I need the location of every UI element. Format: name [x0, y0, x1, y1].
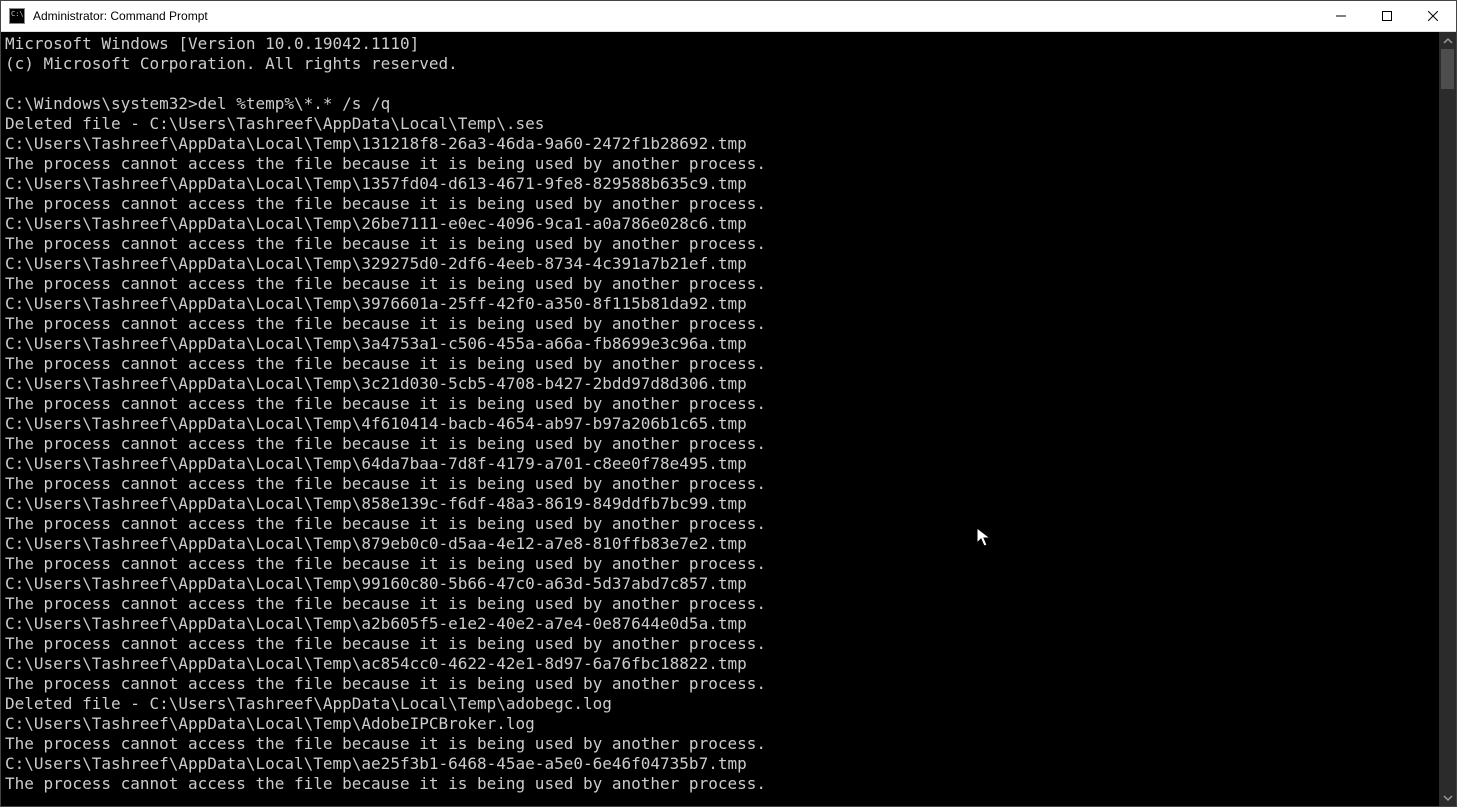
- scrollbar-track[interactable]: [1439, 49, 1456, 789]
- maximize-icon: [1382, 11, 1392, 21]
- scrollbar-thumb[interactable]: [1441, 49, 1454, 89]
- minimize-button[interactable]: [1318, 1, 1364, 31]
- scroll-down-button[interactable]: [1439, 789, 1456, 806]
- chevron-up-icon: [1443, 36, 1453, 46]
- close-icon: [1428, 11, 1438, 21]
- window-title: Administrator: Command Prompt: [33, 9, 1318, 23]
- titlebar[interactable]: Administrator: Command Prompt: [1, 1, 1456, 32]
- cmd-icon: [9, 8, 25, 24]
- window-controls: [1318, 1, 1456, 31]
- vertical-scrollbar[interactable]: [1439, 32, 1456, 806]
- command-prompt-window: Administrator: Command Prompt Microsoft …: [0, 0, 1457, 807]
- chevron-down-icon: [1443, 793, 1453, 803]
- scroll-up-button[interactable]: [1439, 32, 1456, 49]
- close-button[interactable]: [1410, 1, 1456, 31]
- minimize-icon: [1336, 11, 1346, 21]
- terminal-output[interactable]: Microsoft Windows [Version 10.0.19042.11…: [1, 32, 1439, 806]
- maximize-button[interactable]: [1364, 1, 1410, 31]
- client-area: Microsoft Windows [Version 10.0.19042.11…: [1, 32, 1456, 806]
